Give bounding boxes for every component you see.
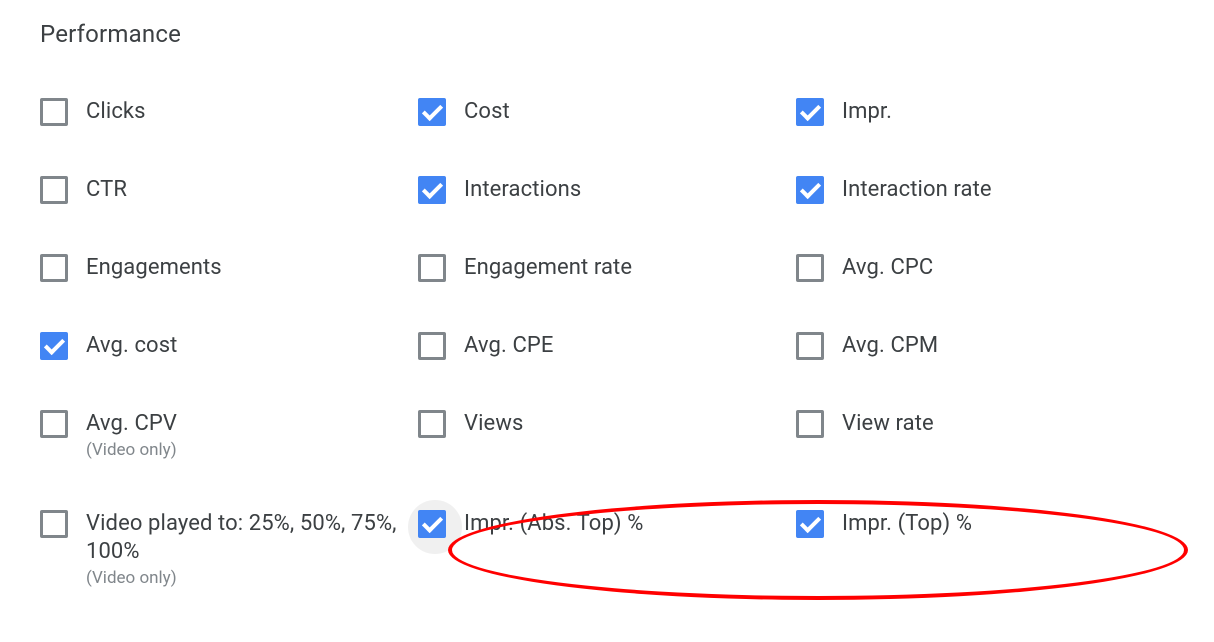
label-avg-cost: Avg. cost — [86, 332, 177, 360]
option-video-played-to[interactable]: Video played to: 25%, 50%, 75%, 100% (Vi… — [40, 510, 418, 588]
label-engagements: Engagements — [86, 254, 222, 282]
option-ctr[interactable]: CTR — [40, 176, 418, 204]
checkbox-ctr[interactable] — [40, 176, 68, 204]
checkbox-video-played-to[interactable] — [40, 510, 68, 538]
option-engagement-rate[interactable]: Engagement rate — [418, 254, 796, 282]
label-interaction-rate: Interaction rate — [842, 176, 992, 204]
option-engagements[interactable]: Engagements — [40, 254, 418, 282]
label-impr-abs-top: Impr. (Abs. Top) % — [464, 510, 643, 538]
label-avg-cpc: Avg. CPC — [842, 254, 933, 282]
checkbox-avg-cost[interactable] — [40, 332, 68, 360]
label-engagement-rate: Engagement rate — [464, 254, 632, 282]
checkbox-avg-cpe[interactable] — [418, 332, 446, 360]
label-avg-cpv: Avg. CPV — [86, 410, 177, 438]
checkbox-avg-cpc[interactable] — [796, 254, 824, 282]
label-cost: Cost — [464, 98, 510, 126]
option-avg-cpc[interactable]: Avg. CPC — [796, 254, 1174, 282]
option-views[interactable]: Views — [418, 410, 796, 460]
option-avg-cost[interactable]: Avg. cost — [40, 332, 418, 360]
checkbox-avg-cpv[interactable] — [40, 410, 68, 438]
label-interactions: Interactions — [464, 176, 581, 204]
label-impr-top: Impr. (Top) % — [842, 510, 972, 538]
checkbox-impr[interactable] — [796, 98, 824, 126]
label-views: Views — [464, 410, 523, 438]
option-cost[interactable]: Cost — [418, 98, 796, 126]
checkbox-views[interactable] — [418, 410, 446, 438]
options-grid: Clicks Cost Impr. CTR Interactions Inter… — [40, 98, 1174, 588]
option-view-rate[interactable]: View rate — [796, 410, 1174, 460]
option-clicks[interactable]: Clicks — [40, 98, 418, 126]
sublabel-avg-cpv: (Video only) — [86, 440, 177, 460]
label-clicks: Clicks — [86, 98, 146, 126]
checkbox-impr-top[interactable] — [796, 510, 824, 538]
checkbox-interaction-rate[interactable] — [796, 176, 824, 204]
label-video-played-to: Video played to: 25%, 50%, 75%, 100% — [86, 510, 418, 566]
option-impr-abs-top[interactable]: Impr. (Abs. Top) % — [418, 510, 796, 588]
option-avg-cpm[interactable]: Avg. CPM — [796, 332, 1174, 360]
section-title: Performance — [40, 20, 1174, 48]
option-interactions[interactable]: Interactions — [418, 176, 796, 204]
option-avg-cpv[interactable]: Avg. CPV (Video only) — [40, 410, 418, 460]
option-avg-cpe[interactable]: Avg. CPE — [418, 332, 796, 360]
label-avg-cpm: Avg. CPM — [842, 332, 938, 360]
sublabel-video-played-to: (Video only) — [86, 568, 418, 588]
checkbox-avg-cpm[interactable] — [796, 332, 824, 360]
label-impr: Impr. — [842, 98, 892, 126]
checkbox-interactions[interactable] — [418, 176, 446, 204]
checkbox-cost[interactable] — [418, 98, 446, 126]
checkbox-impr-abs-top[interactable] — [418, 510, 446, 538]
label-avg-cpe: Avg. CPE — [464, 332, 553, 360]
checkbox-view-rate[interactable] — [796, 410, 824, 438]
option-impr[interactable]: Impr. — [796, 98, 1174, 126]
option-interaction-rate[interactable]: Interaction rate — [796, 176, 1174, 204]
label-ctr: CTR — [86, 176, 127, 204]
checkbox-clicks[interactable] — [40, 98, 68, 126]
option-impr-top[interactable]: Impr. (Top) % — [796, 510, 1174, 588]
checkbox-engagements[interactable] — [40, 254, 68, 282]
checkbox-engagement-rate[interactable] — [418, 254, 446, 282]
label-view-rate: View rate — [842, 410, 934, 438]
